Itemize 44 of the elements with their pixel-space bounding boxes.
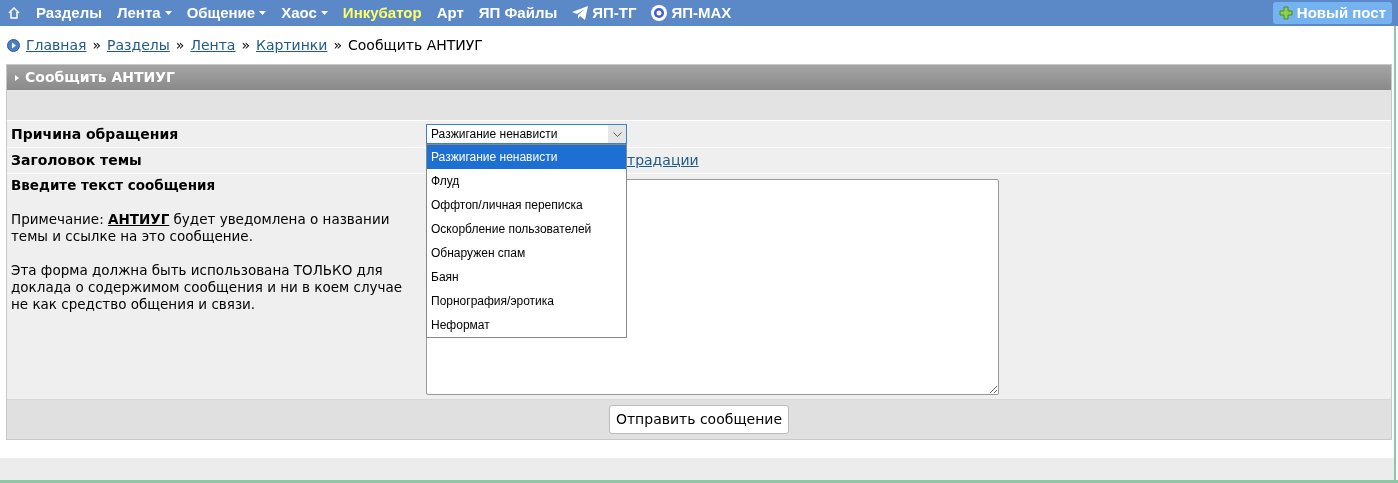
note-text: Примечание: АНТИУГ будет уведомлена о названии темы и ссылке на это сообщение. [11, 211, 391, 245]
breadcrumb-separator: » [92, 35, 102, 55]
nav-item[interactable]: Хаос [281, 1, 328, 25]
breadcrumb-link[interactable]: Разделы [107, 34, 170, 56]
nav-item[interactable]: Лента [117, 1, 172, 25]
home-icon[interactable] [8, 7, 20, 19]
caret-icon [320, 11, 328, 15]
nav-item[interactable]: Общение [186, 1, 267, 25]
caret-icon [259, 11, 267, 15]
dropdown-option[interactable]: Неформат [427, 313, 626, 337]
nav-item[interactable]: ЯП-MAX [651, 1, 732, 25]
topic-link[interactable]: традации [627, 150, 699, 171]
breadcrumb-separator: » [333, 35, 342, 55]
dropdown-option[interactable]: Баян [427, 265, 626, 289]
breadcrumb-separator: » [175, 35, 185, 55]
breadcrumb-link[interactable]: Картинки [256, 34, 328, 56]
nav-item[interactable]: ЯП-ТГ [572, 1, 637, 25]
plus-icon [1278, 6, 1293, 20]
field-label: Заголовок темы [10, 151, 143, 170]
reason-select[interactable]: Разжигание ненависти [426, 124, 627, 144]
dropdown-option[interactable]: Разжигание ненависти [427, 145, 626, 169]
nav-item[interactable]: ЯП Файлы [478, 1, 558, 25]
paper-plane-icon [572, 6, 589, 20]
dropdown-option[interactable]: Порнография/эротика [427, 289, 626, 313]
max-logo-icon [651, 5, 668, 21]
dropdown-option[interactable]: Оскорбление пользователей [427, 217, 626, 241]
warning-text: Эта форма должна быть использована ТОЛЬКО для доклада о содержимом сообщения и ни в коем случае не как средство общения и связи. [11, 262, 404, 313]
nav-item[interactable]: Разделы [36, 1, 102, 25]
field-label: Введите текст сообщения [11, 177, 217, 194]
nav-item[interactable]: Арт [436, 1, 464, 25]
triangle-right-icon [15, 74, 19, 81]
breadcrumb-separator: » [241, 35, 250, 55]
panel-title: Сообщить АНТИУГ [25, 68, 175, 87]
breadcrumb-link[interactable]: Лента [190, 34, 236, 56]
dropdown-option[interactable]: Обнаружен спам [427, 241, 626, 265]
chevron-down-icon [612, 131, 622, 137]
dropdown-option[interactable]: Оффтоп/личная переписка [427, 193, 626, 217]
submit-button[interactable]: Отправить сообщение [608, 405, 790, 434]
dropdown-option[interactable]: Флуд [427, 169, 626, 193]
breadcrumb-link[interactable]: Главная [26, 34, 87, 56]
play-circle-icon [7, 38, 20, 52]
caret-icon [164, 11, 172, 15]
breadcrumb-current: Сообщить АНТИУГ [347, 35, 483, 55]
field-label: Причина обращения [10, 124, 180, 144]
